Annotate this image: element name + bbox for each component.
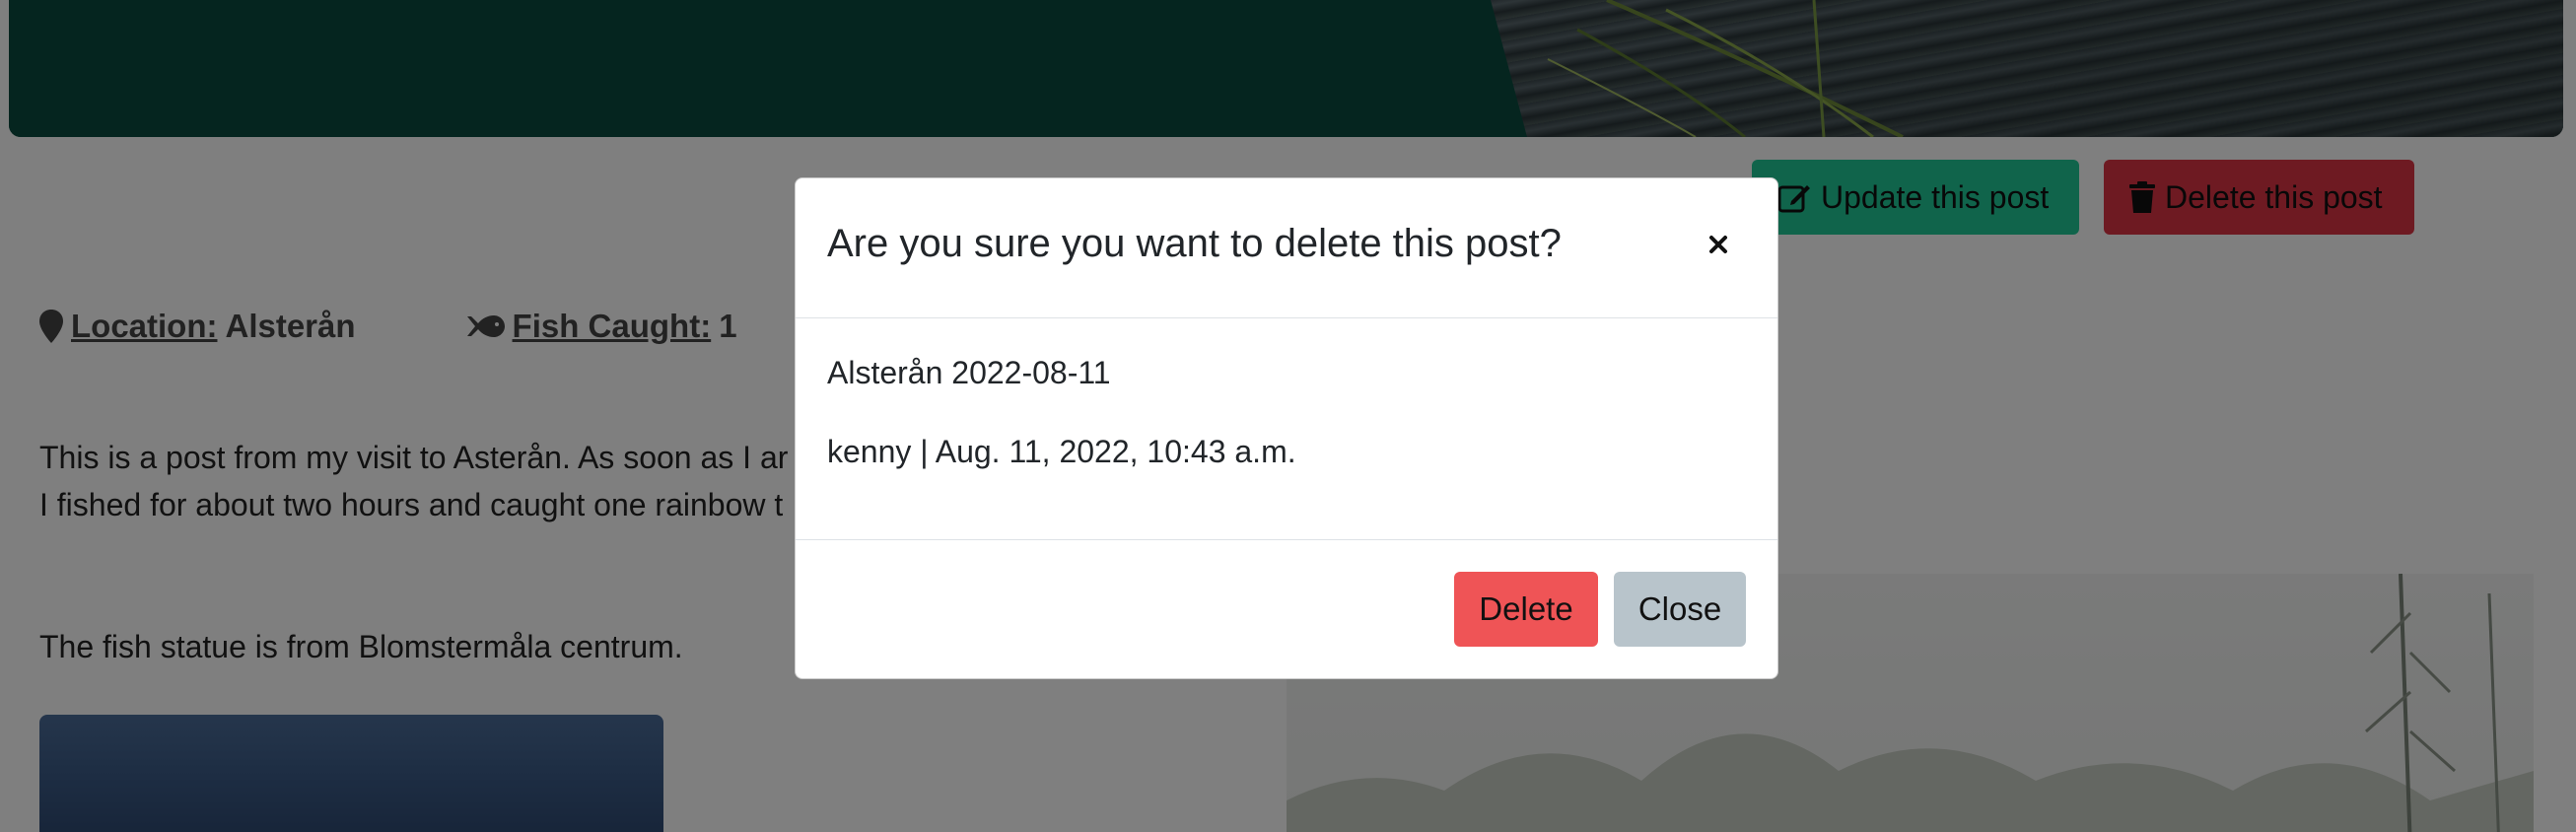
modal-footer: Delete Close [796,540,1777,678]
modal-header: Are you sure you want to delete this pos… [796,178,1777,318]
modal-post-meta: kenny | Aug. 11, 2022, 10:43 a.m. [827,434,1296,469]
delete-confirm-modal: Are you sure you want to delete this pos… [795,177,1778,679]
modal-body: Alsterån 2022-08-11 kenny | Aug. 11, 202… [796,318,1777,540]
modal-title: Are you sure you want to delete this pos… [827,222,1562,265]
close-modal-button[interactable]: Close [1614,572,1746,647]
confirm-delete-button[interactable]: Delete [1454,572,1598,647]
page: Update this post Delete this post Locati… [0,0,2576,832]
modal-post-title: Alsterån 2022-08-11 [827,355,1111,390]
close-icon[interactable] [1704,230,1733,259]
